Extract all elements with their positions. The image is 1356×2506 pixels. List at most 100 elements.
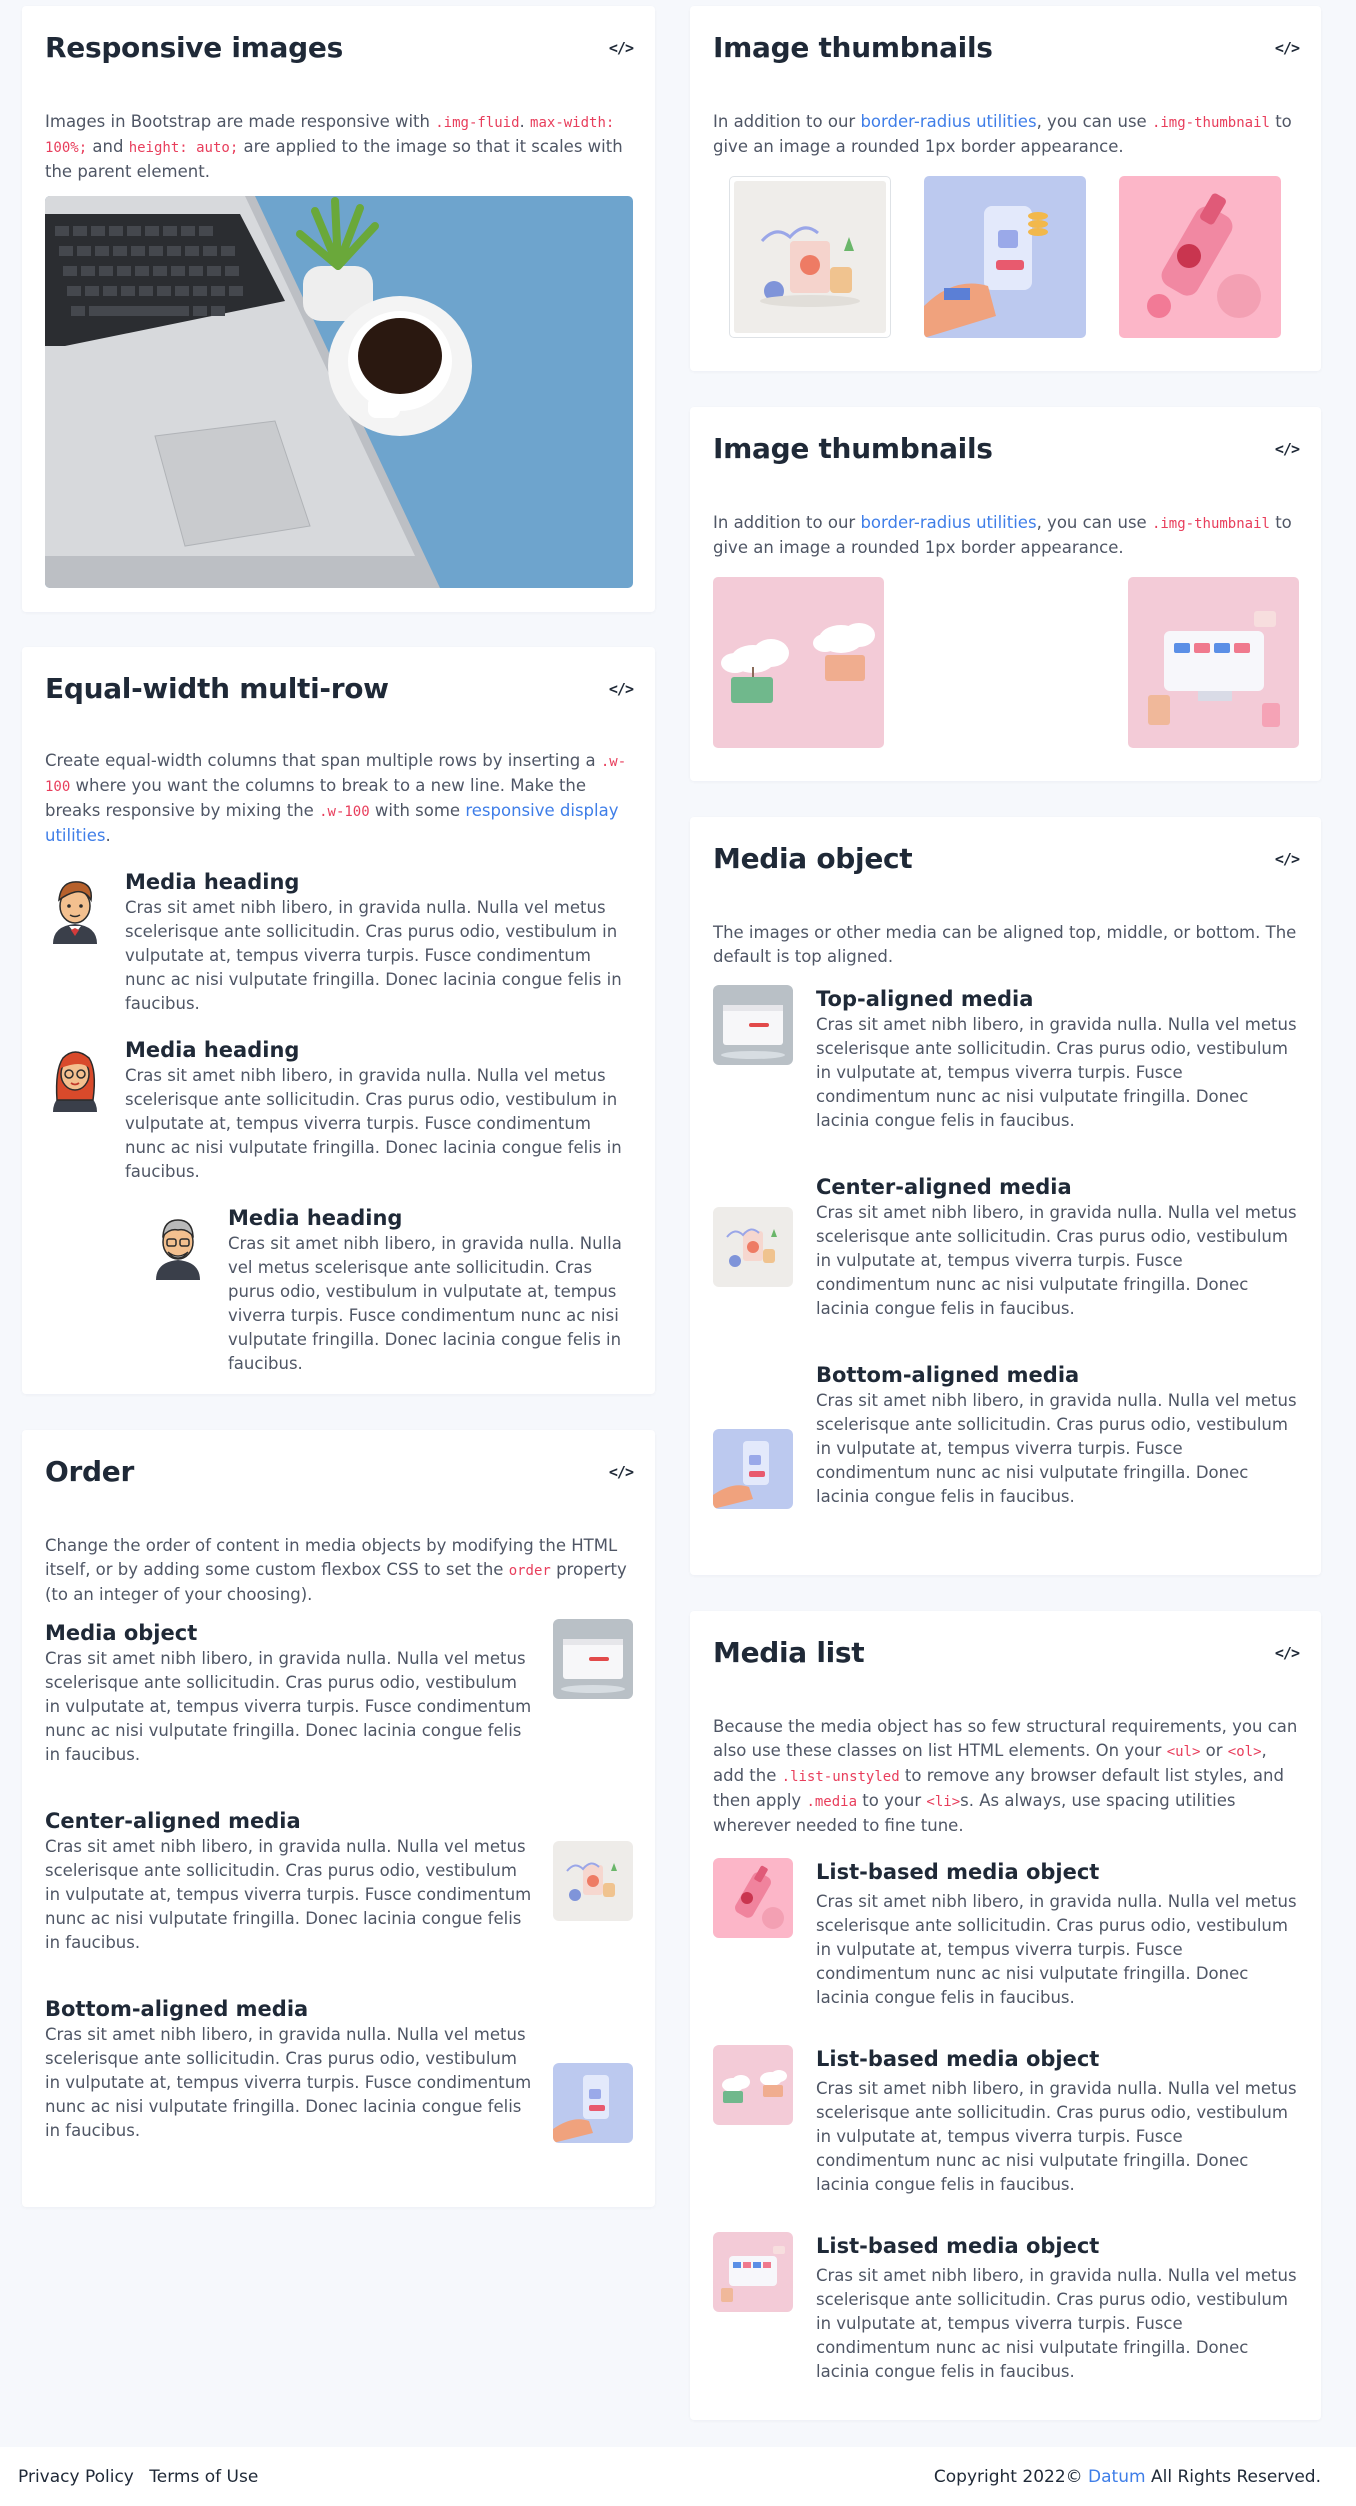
- border-radius-utilities-link[interactable]: border-radius utilities: [860, 513, 1036, 532]
- desc-text: , you can use: [1036, 112, 1152, 131]
- media-body: List-based media object Cras sit amet ni…: [816, 1858, 1299, 2010]
- list-item: List-based media object Cras sit amet ni…: [713, 2232, 1299, 2384]
- media-item: Bottom-aligned media Cras sit amet nibh …: [713, 1361, 1299, 1509]
- media-text: Cras sit amet nibh libero, in gravida nu…: [45, 1649, 532, 1764]
- card-header: Equal-width multi-row </>: [45, 647, 634, 727]
- media-text: Cras sit amet nibh libero, in gravida nu…: [45, 1837, 532, 1952]
- media-thumbnail: [553, 1841, 633, 1921]
- card-header: Responsive images </>: [45, 6, 634, 86]
- thumbnail-image: [729, 176, 891, 338]
- media-text: Cras sit amet nibh libero, in gravida nu…: [816, 1892, 1297, 2007]
- inline-code: order: [508, 1563, 551, 1579]
- media-body: Center-aligned media Cras sit amet nibh …: [816, 1173, 1299, 1321]
- media-heading: Bottom-aligned media: [45, 1997, 309, 2021]
- media-heading: List-based media object: [816, 2047, 1100, 2071]
- media-item: Media heading Cras sit amet nibh libero,…: [45, 868, 633, 1016]
- media-text: Cras sit amet nibh libero, in gravida nu…: [125, 1066, 622, 1181]
- media-thumbnail: [713, 1858, 793, 1938]
- card-header: Media list </>: [713, 1611, 1300, 1691]
- media-text: Cras sit amet nibh libero, in gravida nu…: [125, 898, 622, 1013]
- list-item: List-based media object Cras sit amet ni…: [713, 1858, 1299, 2010]
- order-card: Order </> Change the order of content in…: [22, 1430, 655, 2207]
- responsive-images-card: Responsive images </> Images in Bootstra…: [22, 6, 655, 612]
- card-description: Change the order of content in media obj…: [45, 1534, 633, 1607]
- card-header: Order </>: [45, 1430, 634, 1510]
- card-title: Image thumbnails: [713, 432, 993, 465]
- media-heading: List-based media object: [816, 1860, 1100, 1884]
- equal-width-card: Equal-width multi-row </> Create equal-w…: [22, 647, 655, 1394]
- desc-text: .: [105, 826, 111, 845]
- media-heading: Center-aligned media: [45, 1809, 301, 1833]
- media-item: Center-aligned media Cras sit amet nibh …: [45, 1807, 633, 1955]
- rounded-image-right: [1128, 577, 1299, 748]
- border-radius-utilities-link[interactable]: border-radius utilities: [860, 112, 1036, 131]
- avatar: [148, 1204, 228, 1376]
- inline-code: <ol>: [1227, 1744, 1262, 1760]
- terms-of-use-link[interactable]: Terms of Use: [149, 2467, 258, 2487]
- avatar: [45, 1036, 125, 1184]
- desc-text: , you can use: [1036, 513, 1152, 532]
- inline-code: .list-unstyled: [781, 1769, 900, 1785]
- media-body: Bottom-aligned media Cras sit amet nibh …: [45, 1995, 553, 2143]
- media-text: Cras sit amet nibh libero, in gravida nu…: [816, 1015, 1297, 1130]
- right-column: Image thumbnails </> In addition to our …: [690, 6, 1321, 2420]
- card-header: Image thumbnails </>: [713, 6, 1300, 86]
- card-title: Equal-width multi-row: [45, 672, 389, 705]
- media-body: List-based media object Cras sit amet ni…: [816, 2232, 1299, 2384]
- media-body: Media heading Cras sit amet nibh libero,…: [125, 868, 633, 1016]
- avatar: [45, 868, 125, 1016]
- inline-code: <li>: [926, 1794, 961, 1810]
- card-description: The images or other media can be aligned…: [713, 923, 1297, 966]
- inline-code: .img-fluid: [435, 115, 520, 131]
- media-heading: Media object: [45, 1621, 198, 1645]
- media-thumbnail: [713, 1429, 793, 1509]
- thumbnail-image: [1119, 176, 1281, 338]
- media-text: Cras sit amet nibh libero, in gravida nu…: [816, 2266, 1297, 2381]
- privacy-policy-link[interactable]: Privacy Policy: [18, 2467, 134, 2487]
- card-description: In addition to our border-radius utiliti…: [713, 511, 1299, 560]
- media-body: Bottom-aligned media Cras sit amet nibh …: [816, 1361, 1299, 1509]
- media-text: Cras sit amet nibh libero, in gravida nu…: [228, 1234, 622, 1373]
- card-description: Images in Bootstrap are made responsive …: [45, 110, 633, 184]
- code-toggle-icon[interactable]: </>: [1275, 1641, 1300, 1665]
- card-title: Media object: [713, 842, 913, 875]
- media-body: Media heading Cras sit amet nibh libero,…: [228, 1204, 633, 1376]
- desc-text: to your: [857, 1791, 927, 1810]
- media-thumbnail: [553, 1619, 633, 1699]
- media-body: Top-aligned media Cras sit amet nibh lib…: [816, 985, 1299, 1133]
- media-text: Cras sit amet nibh libero, in gravida nu…: [816, 1391, 1297, 1506]
- card-description: In addition to our border-radius utiliti…: [713, 110, 1299, 159]
- desc-text: and: [87, 137, 129, 156]
- inline-code: .w-100: [319, 804, 370, 820]
- media-thumbnail: [713, 2232, 793, 2312]
- media-text: Cras sit amet nibh libero, in gravida nu…: [45, 2025, 532, 2140]
- card-header: Media object </>: [713, 817, 1300, 897]
- media-heading: List-based media object: [816, 2234, 1100, 2258]
- media-body: Media heading Cras sit amet nibh libero,…: [125, 1036, 633, 1184]
- media-item: Top-aligned media Cras sit amet nibh lib…: [713, 985, 1299, 1133]
- code-toggle-icon[interactable]: </>: [609, 677, 634, 701]
- code-toggle-icon[interactable]: </>: [1275, 36, 1300, 60]
- image-thumbnails-card: Image thumbnails </> In addition to our …: [690, 407, 1321, 781]
- media-thumbnail: [713, 985, 793, 1065]
- datum-brand-link[interactable]: Datum: [1088, 2467, 1146, 2487]
- thumbnail-image: [924, 176, 1086, 338]
- media-body: Media object Cras sit amet nibh libero, …: [45, 1619, 553, 1767]
- card-title: Media list: [713, 1636, 865, 1669]
- copyright-text: Copyright 2022©: [933, 2466, 1089, 2487]
- list-item: List-based media object Cras sit amet ni…: [713, 2045, 1299, 2197]
- media-object-card: Media object </> The images or other med…: [690, 817, 1321, 1575]
- media-text: Cras sit amet nibh libero, in gravida nu…: [816, 1203, 1297, 1318]
- code-toggle-icon[interactable]: </>: [1275, 437, 1300, 461]
- desc-text: Create equal-width columns that span mul…: [45, 751, 601, 770]
- code-toggle-icon[interactable]: </>: [1275, 847, 1300, 871]
- code-toggle-icon[interactable]: </>: [609, 36, 634, 60]
- media-heading: Top-aligned media: [816, 987, 1034, 1011]
- media-heading: Media heading: [125, 870, 300, 894]
- copyright: Copyright 2022© Datum All Rights Reserve…: [934, 2465, 1321, 2489]
- desc-text: with some: [369, 801, 466, 820]
- footer-links: Privacy Policy Terms of Use: [18, 2465, 258, 2489]
- code-toggle-icon[interactable]: </>: [609, 1460, 634, 1484]
- desc-text: .: [519, 112, 531, 131]
- media-item-nested: Media heading Cras sit amet nibh libero,…: [148, 1204, 633, 1376]
